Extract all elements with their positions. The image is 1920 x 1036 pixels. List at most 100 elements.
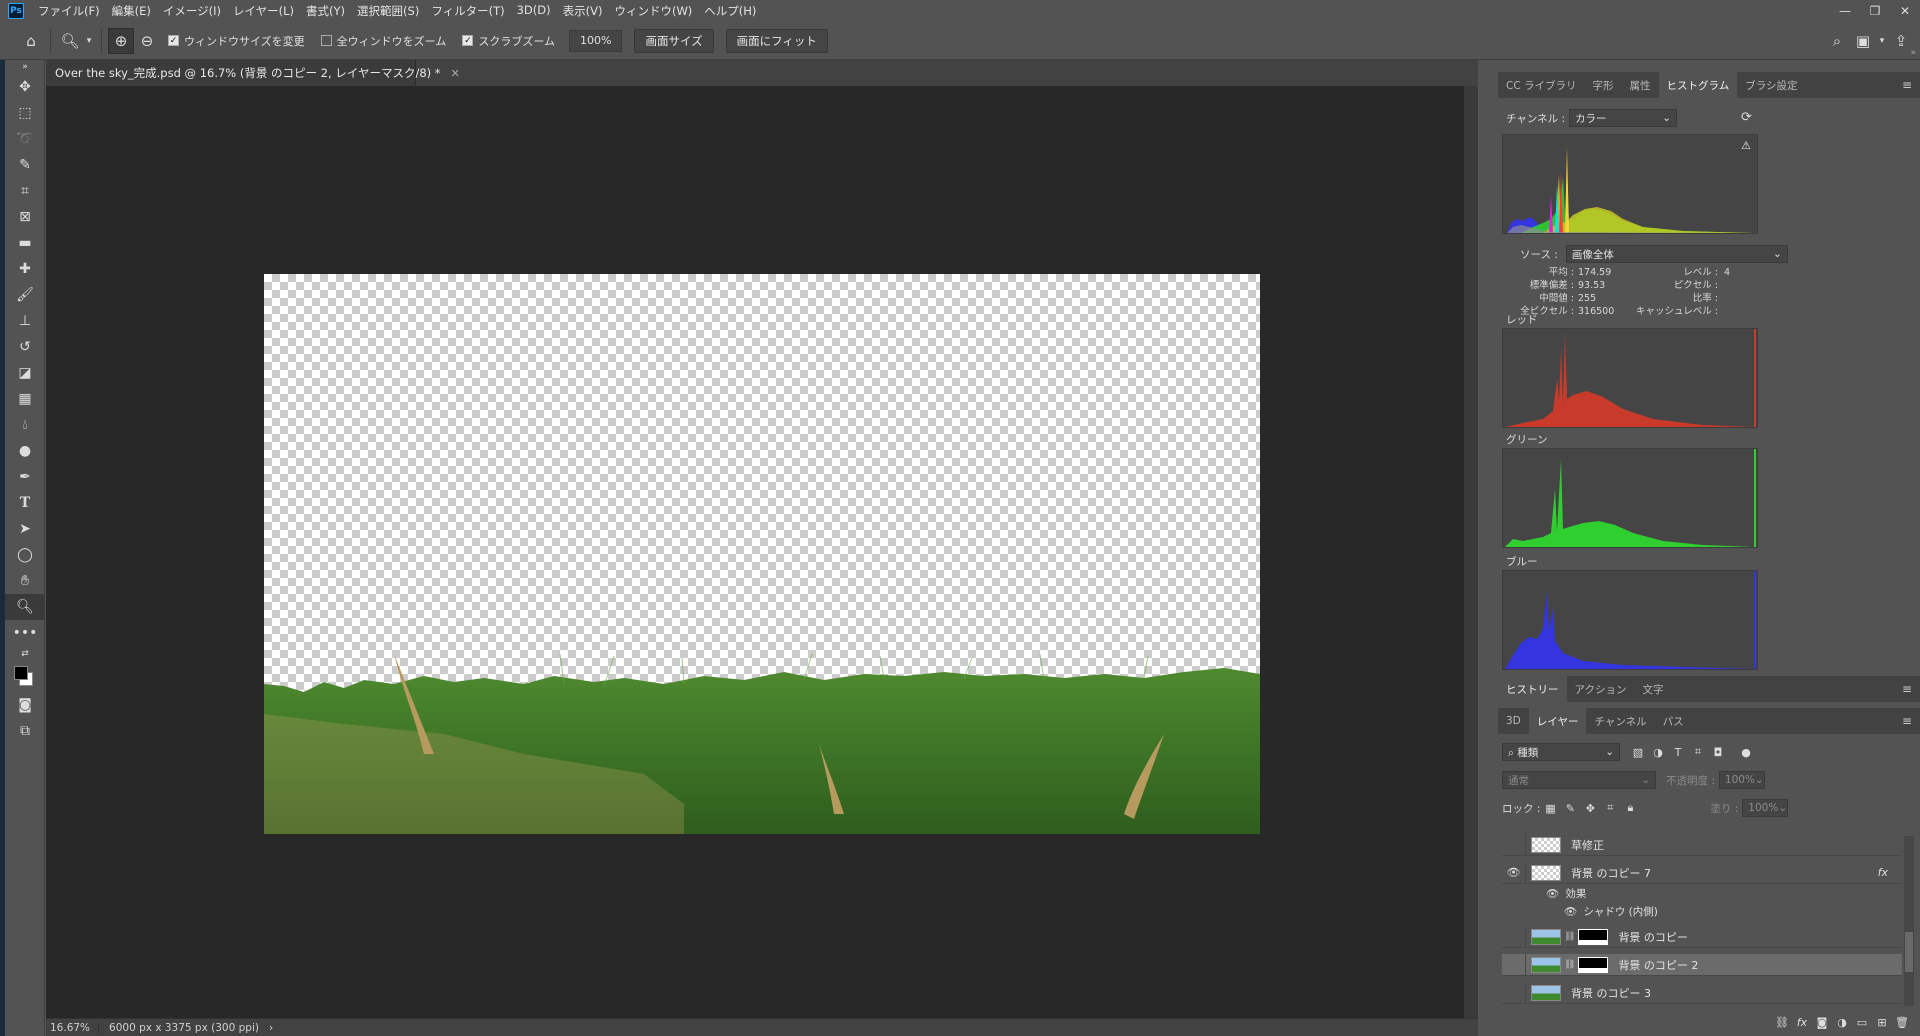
quick-selection-tool-icon[interactable]: ✎ — [5, 152, 45, 178]
type-tool-icon[interactable]: T — [5, 490, 45, 516]
fill-screen-button[interactable]: 画面にフィット — [725, 28, 828, 53]
zoom-tool-icon[interactable]: 🔍︎ — [5, 594, 45, 620]
collapse-toolbar-icon[interactable]: » — [5, 60, 45, 74]
effect-item-row[interactable]: 👁︎ シャドウ (内側) — [1564, 902, 1658, 920]
marquee-tool-icon[interactable]: ⬚ — [5, 100, 45, 126]
eye-icon[interactable]: 👁︎ — [1564, 905, 1577, 918]
link-icon[interactable]: ⛓ — [1564, 932, 1575, 942]
tab-actions[interactable]: アクション — [1567, 676, 1635, 702]
tab-character[interactable]: 文字 — [1634, 676, 1671, 702]
lock-all-icon[interactable]: 🔒︎ — [1620, 798, 1640, 818]
menu-item-8[interactable]: 表示(V) — [557, 3, 609, 19]
link-layers-icon[interactable]: ⛓ — [1772, 1012, 1792, 1032]
menu-item-7[interactable]: 3D(D) — [511, 3, 557, 19]
move-tool-icon[interactable]: ✥ — [5, 74, 45, 100]
fit-screen-button[interactable]: 画面サイズ — [634, 28, 714, 53]
tab-3d[interactable]: 3D — [1498, 708, 1529, 734]
document-tab[interactable]: Over the sky_完成.psd @ 16.7% (背景 のコピー 2, … — [46, 60, 460, 86]
tab-glyphs[interactable]: 字形 — [1585, 72, 1622, 98]
fill-field[interactable]: 100% ⌄ — [1742, 799, 1789, 817]
menu-item-4[interactable]: 書式(Y) — [300, 3, 351, 19]
menu-item-9[interactable]: ウィンドウ(W) — [608, 3, 698, 19]
menu-item-0[interactable]: ファイル(F) — [32, 3, 106, 19]
layer-row[interactable]: 背景 のコピー 3 — [1502, 981, 1902, 1004]
eye-icon[interactable]: 👁︎ — [1502, 861, 1526, 884]
menu-item-5[interactable]: 選択範囲(S) — [351, 3, 425, 19]
new-group-icon[interactable]: ▭ — [1852, 1012, 1872, 1032]
visibility-toggle[interactable] — [1502, 833, 1526, 856]
panel-menu-icon[interactable]: ≡ — [1902, 682, 1912, 696]
zoom-tool-preset-icon[interactable]: 🔍︎ — [57, 28, 83, 54]
ellipse-tool-icon[interactable]: ◯ — [5, 542, 45, 568]
chevron-down-icon[interactable]: ▾ — [83, 28, 95, 54]
dodge-tool-icon[interactable]: ● — [5, 438, 45, 464]
tab-brush-settings[interactable]: ブラシ設定 — [1737, 72, 1805, 98]
zoom-percentage-field[interactable]: 100% — [569, 29, 623, 52]
channel-dropdown[interactable]: カラー ⌄ — [1569, 109, 1678, 127]
layer-mask-thumbnail[interactable] — [1578, 928, 1609, 945]
opacity-field[interactable]: 100% ⌄ — [1718, 771, 1765, 789]
panel-menu-icon[interactable]: ≡ — [1902, 714, 1912, 728]
eraser-tool-icon[interactable]: ◪ — [5, 360, 45, 386]
image-canvas[interactable] — [264, 274, 1260, 834]
menu-item-6[interactable]: フィルター(T) — [425, 3, 510, 19]
link-icon[interactable]: ⛓ — [1564, 960, 1575, 970]
pen-tool-icon[interactable]: ✒ — [5, 464, 45, 490]
menu-item-1[interactable]: 編集(E) — [106, 3, 157, 19]
zoom-in-icon[interactable]: ⊕ — [108, 27, 134, 54]
add-mask-icon[interactable]: ◙ — [1812, 1012, 1832, 1032]
refresh-icon[interactable]: ⟳ — [1741, 110, 1752, 125]
close-icon[interactable]: ✕ — [1890, 0, 1920, 22]
lasso-tool-icon[interactable]: ➰ — [5, 126, 45, 152]
tab-paths[interactable]: パス — [1655, 708, 1692, 734]
menu-item-3[interactable]: レイヤー(L) — [227, 3, 300, 19]
eye-icon[interactable]: 👁︎ — [1546, 887, 1559, 900]
swap-colors-icon[interactable]: ⇄ — [5, 646, 45, 662]
resize-windows-checkbox[interactable]: ✓ ウィンドウサイズを変更 — [168, 33, 305, 49]
filter-type-icon[interactable]: T — [1668, 742, 1688, 762]
layer-row[interactable]: 草修正 — [1502, 833, 1902, 856]
path-selection-tool-icon[interactable]: ➤ — [5, 516, 45, 542]
add-style-icon[interactable]: fx — [1792, 1012, 1812, 1032]
home-icon[interactable]: ⌂ — [18, 28, 44, 54]
filter-toggle-icon[interactable]: ● — [1736, 742, 1756, 762]
foreground-color-swatch[interactable] — [14, 666, 28, 680]
source-dropdown[interactable]: 画像全体 ⌄ — [1565, 245, 1788, 263]
fx-icon[interactable]: fx — [1878, 866, 1888, 879]
lock-transparent-icon[interactable]: ▦ — [1540, 798, 1560, 818]
filter-shape-icon[interactable]: ⌗ — [1688, 742, 1708, 762]
search-icon[interactable]: ⌕ — [1824, 28, 1850, 54]
lock-position-icon[interactable]: ✥ — [1580, 798, 1600, 818]
minimize-icon[interactable]: — — [1830, 0, 1860, 22]
restore-icon[interactable]: ❐ — [1860, 0, 1890, 22]
tab-properties[interactable]: 属性 — [1622, 72, 1659, 98]
menu-item-10[interactable]: ヘルプ(H) — [698, 3, 762, 19]
warning-icon[interactable]: ⚠ — [1741, 139, 1751, 152]
zoom-out-icon[interactable]: ⊖ — [134, 28, 160, 54]
visibility-toggle[interactable] — [1502, 925, 1526, 948]
screen-mode-icon[interactable]: ⧉ — [5, 718, 45, 744]
hand-tool-icon[interactable]: ✋︎ — [5, 568, 45, 594]
panel-menu-icon[interactable]: ≡ — [1902, 78, 1912, 92]
gradient-tool-icon[interactable]: ▦ — [5, 386, 45, 412]
layer-row[interactable]: ⛓ 背景 のコピー — [1502, 925, 1902, 948]
history-brush-tool-icon[interactable]: ↺ — [5, 334, 45, 360]
tab-history[interactable]: ヒストリー — [1498, 676, 1567, 702]
chevron-right-icon[interactable]: › — [269, 1022, 273, 1034]
frame-tool-icon[interactable]: ⊠ — [5, 204, 45, 230]
blend-mode-dropdown[interactable]: 通常 ⌄ — [1502, 771, 1656, 789]
filter-kind-dropdown[interactable]: ⌕ 種類 ⌄ — [1502, 743, 1620, 761]
new-adjustment-icon[interactable]: ◑ — [1832, 1012, 1852, 1032]
brush-tool-icon[interactable]: 🖌︎ — [5, 282, 45, 308]
close-tab-icon[interactable]: ✕ — [451, 67, 460, 80]
scrubby-zoom-checkbox[interactable]: ✓ スクラブズーム — [462, 33, 555, 49]
layer-row-selected[interactable]: ⛓ 背景 のコピー 2 — [1502, 953, 1902, 976]
zoom-all-windows-checkbox[interactable]: 全ウィンドウをズーム — [320, 33, 446, 49]
lock-artboard-icon[interactable]: ⌗ — [1600, 798, 1620, 818]
workspace-icon[interactable]: ▣ — [1850, 28, 1876, 54]
tab-channels[interactable]: チャンネル — [1586, 708, 1654, 734]
visibility-toggle[interactable] — [1502, 981, 1526, 1004]
tab-cc-libraries[interactable]: CC ライブラリ — [1498, 72, 1585, 98]
filter-adjustment-icon[interactable]: ◑ — [1648, 742, 1668, 762]
tab-layers[interactable]: レイヤー — [1528, 708, 1587, 734]
